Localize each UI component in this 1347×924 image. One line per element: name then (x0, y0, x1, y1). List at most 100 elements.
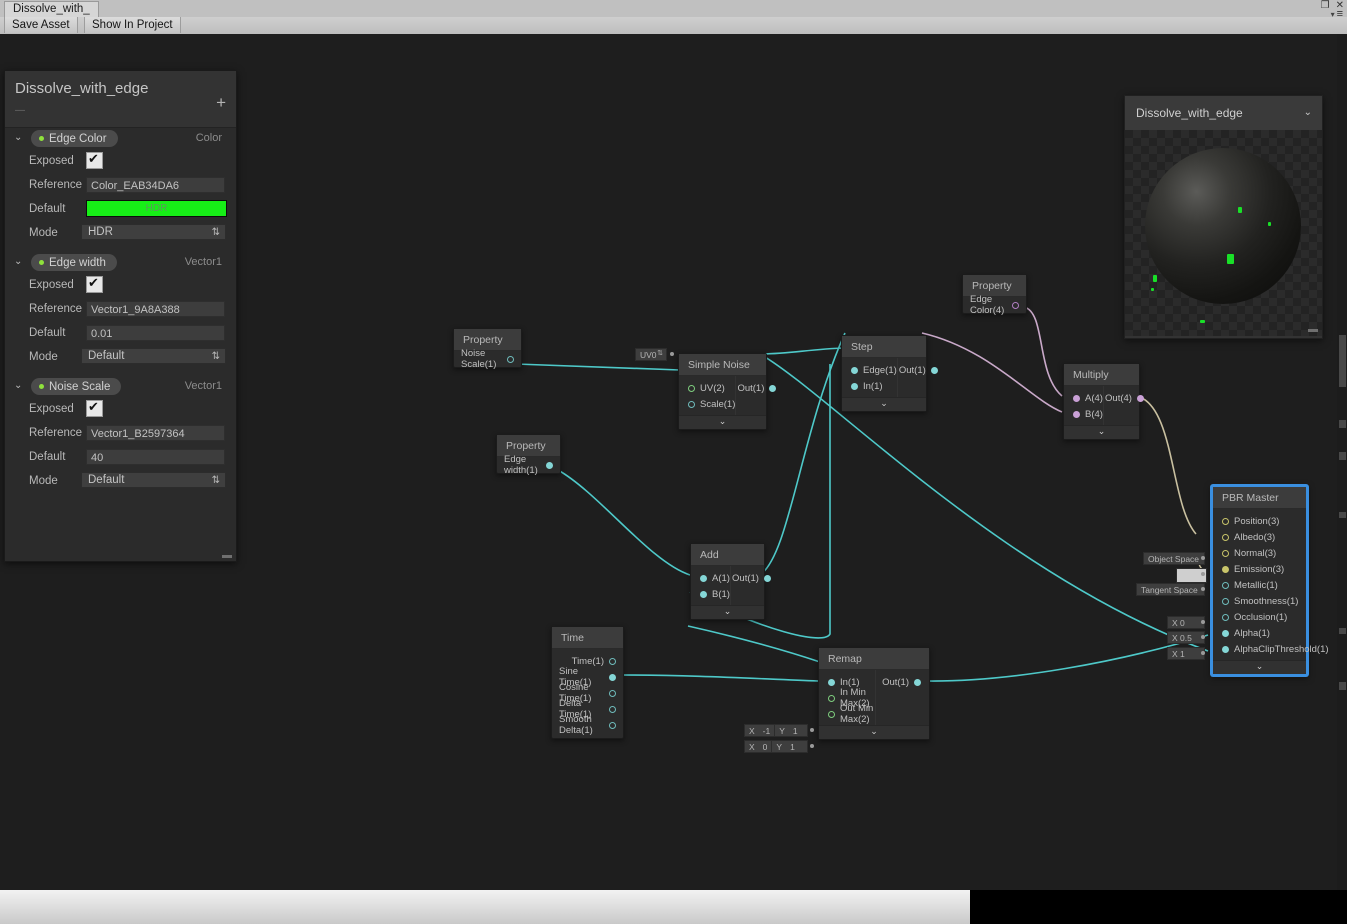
scrollbar-thumb[interactable] (1339, 335, 1346, 387)
node-collapse-toggle[interactable]: ⌄ (1213, 660, 1306, 674)
chevron-down-icon[interactable]: ⌄ (14, 133, 24, 143)
chevron-down-icon[interactable]: ⌄ (1304, 107, 1312, 118)
node-input-port-in[interactable]: In(1) (842, 378, 897, 394)
port-dot-icon[interactable] (1222, 629, 1229, 637)
node-output-port[interactable]: Out(4) (1105, 390, 1146, 406)
preview-resize-handle[interactable] (1308, 329, 1318, 332)
port-dot-icon[interactable] (828, 678, 835, 686)
node-output-port[interactable]: Out(1) (899, 362, 940, 378)
port-dot-icon[interactable] (1222, 645, 1229, 653)
node-input-port-b[interactable]: B(4) (1064, 406, 1103, 422)
occlusion-value-input[interactable]: X 1 (1167, 647, 1205, 660)
node-multiply[interactable]: Multiply A(4) B(4) Out(4) ⌄ (1063, 363, 1144, 440)
y-value[interactable]: 1 (789, 726, 802, 736)
property-edge-color[interactable]: ⌄ Edge Color Color Exposed Reference Col (5, 128, 236, 252)
node-collapse-toggle[interactable]: ⌄ (1064, 425, 1139, 439)
node-output-port[interactable]: Noise Scale(1) (454, 348, 521, 370)
property-noise-scale[interactable]: ⌄ Noise Scale Vector1 Exposed Reference (5, 376, 236, 500)
normal-space-dropdown[interactable]: Tangent Space (1136, 583, 1205, 596)
save-asset-button[interactable]: Save Asset (4, 17, 78, 33)
default-color-swatch[interactable]: HDR (86, 200, 227, 217)
port-dot-icon[interactable] (1222, 533, 1229, 541)
port-dot-icon[interactable] (1136, 394, 1144, 402)
default-input[interactable]: 40 (86, 449, 225, 465)
port-dot-icon[interactable] (609, 673, 616, 681)
port-dot-icon[interactable] (914, 678, 921, 686)
node-input-port-normal[interactable]: Normal(3) (1213, 545, 1306, 561)
node-simple-noise[interactable]: Simple Noise UV(2) Scale(1) Out(1) ⌄ (678, 353, 777, 430)
port-dot-icon[interactable] (609, 657, 616, 665)
node-output-port[interactable]: Out(1) (732, 570, 773, 586)
port-dot-icon[interactable] (609, 689, 616, 697)
preview-panel[interactable]: Dissolve_with_edge ⌄ (1124, 95, 1323, 339)
show-in-project-button[interactable]: Show In Project (84, 17, 181, 33)
restore-icon[interactable]: ❐ (1321, 1, 1330, 11)
scrollbar-mark[interactable] (1339, 420, 1346, 428)
reference-input[interactable]: Color_EAB34DA6 (86, 177, 225, 193)
default-input[interactable]: 0.01 (86, 325, 225, 341)
x-value[interactable]: -1 (759, 726, 775, 736)
port-dot-icon[interactable] (1222, 517, 1229, 525)
chevron-down-icon[interactable]: ⌄ (14, 257, 24, 267)
node-collapse-toggle[interactable]: ⌄ (679, 415, 766, 429)
node-output-port[interactable]: Edge width(1) (497, 454, 560, 476)
node-time[interactable]: Time Time(1) Sine Time(1) Cosine Time(1)… (551, 626, 624, 739)
scrollbar-mark[interactable] (1339, 512, 1346, 518)
node-output-port[interactable]: Edge Color(4) (963, 294, 1026, 316)
node-step[interactable]: Step Edge(1) In(1) Out(1) ⌄ (841, 335, 938, 412)
node-input-port-metallic[interactable]: Metallic(1) (1213, 577, 1306, 593)
node-collapse-toggle[interactable]: ⌄ (842, 397, 926, 411)
reference-input[interactable]: Vector1_9A8A388 (86, 301, 225, 317)
property-header[interactable]: ⌄ Edge width Vector1 (5, 252, 236, 274)
y-value[interactable]: 1 (786, 742, 799, 752)
exposed-checkbox[interactable] (86, 399, 103, 417)
port-dot-icon[interactable] (851, 366, 858, 374)
preview-header[interactable]: Dissolve_with_edge ⌄ (1125, 96, 1322, 130)
graph-canvas[interactable]: Dissolve_with_edge — + ⌄ Edge Color Colo… (0, 34, 1347, 890)
port-dot-icon[interactable] (1012, 301, 1019, 309)
port-dot-icon[interactable] (1222, 549, 1229, 557)
port-dot-icon[interactable] (828, 694, 835, 702)
port-dot-icon[interactable] (1222, 597, 1229, 605)
port-dot-icon[interactable] (507, 355, 514, 363)
node-input-port-a[interactable]: A(4) (1064, 390, 1103, 406)
port-dot-icon[interactable] (1073, 394, 1080, 402)
mode-dropdown[interactable]: Default (81, 348, 226, 364)
node-input-port-edge[interactable]: Edge(1) (842, 362, 897, 378)
port-dot-icon[interactable] (769, 384, 777, 392)
node-property-edge-color[interactable]: Property Edge Color(4) (962, 274, 1027, 316)
node-input-port-albedo[interactable]: Albedo(3) (1213, 529, 1306, 545)
node-collapse-toggle[interactable]: ⌄ (819, 725, 929, 739)
node-input-port-occlusion[interactable]: Occlusion(1) (1213, 609, 1306, 625)
exposed-checkbox[interactable] (86, 151, 103, 169)
add-property-button[interactable]: + (216, 94, 226, 111)
node-input-port-emission[interactable]: Emission(3) (1213, 561, 1306, 577)
node-output-port-smooth-delta[interactable]: Smooth Delta(1) (552, 714, 623, 736)
node-input-port-smoothness[interactable]: Smoothness(1) (1213, 593, 1306, 609)
node-output-port[interactable]: Out(1) (737, 380, 778, 396)
scrollbar-mark[interactable] (1339, 452, 1346, 460)
node-remap[interactable]: Remap In(1) In Min Max(2) Out Min Max(2) (818, 647, 930, 740)
port-dot-icon[interactable] (609, 705, 616, 713)
in-min-max-input[interactable]: X -1 Y 1 (744, 724, 808, 737)
property-edge-width[interactable]: ⌄ Edge width Vector1 Exposed Reference V (5, 252, 236, 376)
node-input-port-alpha-clip-threshold[interactable]: AlphaClipThreshold(1) (1213, 641, 1329, 657)
node-property-noise-scale[interactable]: Property Noise Scale(1) (453, 328, 522, 370)
exposed-checkbox[interactable] (86, 275, 103, 293)
chevron-down-icon[interactable]: ⌄ (14, 381, 24, 391)
port-dot-icon[interactable] (700, 574, 707, 582)
node-pbr-master[interactable]: PBR Master Position(3) Albedo(3) Normal(… (1211, 485, 1329, 676)
metallic-value-input[interactable]: X 0 (1167, 616, 1205, 629)
out-min-max-input[interactable]: X 0 Y 1 (744, 740, 808, 753)
node-output-port[interactable]: Out(1) (882, 674, 923, 690)
port-dot-icon[interactable] (828, 710, 835, 718)
node-property-edge-width[interactable]: Property Edge width(1) (496, 434, 561, 476)
property-pill[interactable]: Noise Scale (31, 378, 122, 395)
port-dot-icon[interactable] (609, 721, 616, 729)
property-pill[interactable]: Edge width (31, 254, 117, 271)
port-dot-icon[interactable] (1073, 410, 1080, 418)
property-header[interactable]: ⌄ Noise Scale Vector1 (5, 376, 236, 398)
port-dot-icon[interactable] (851, 382, 858, 390)
node-input-port-scale[interactable]: Scale(1) (679, 396, 735, 412)
port-dot-icon[interactable] (763, 574, 771, 582)
